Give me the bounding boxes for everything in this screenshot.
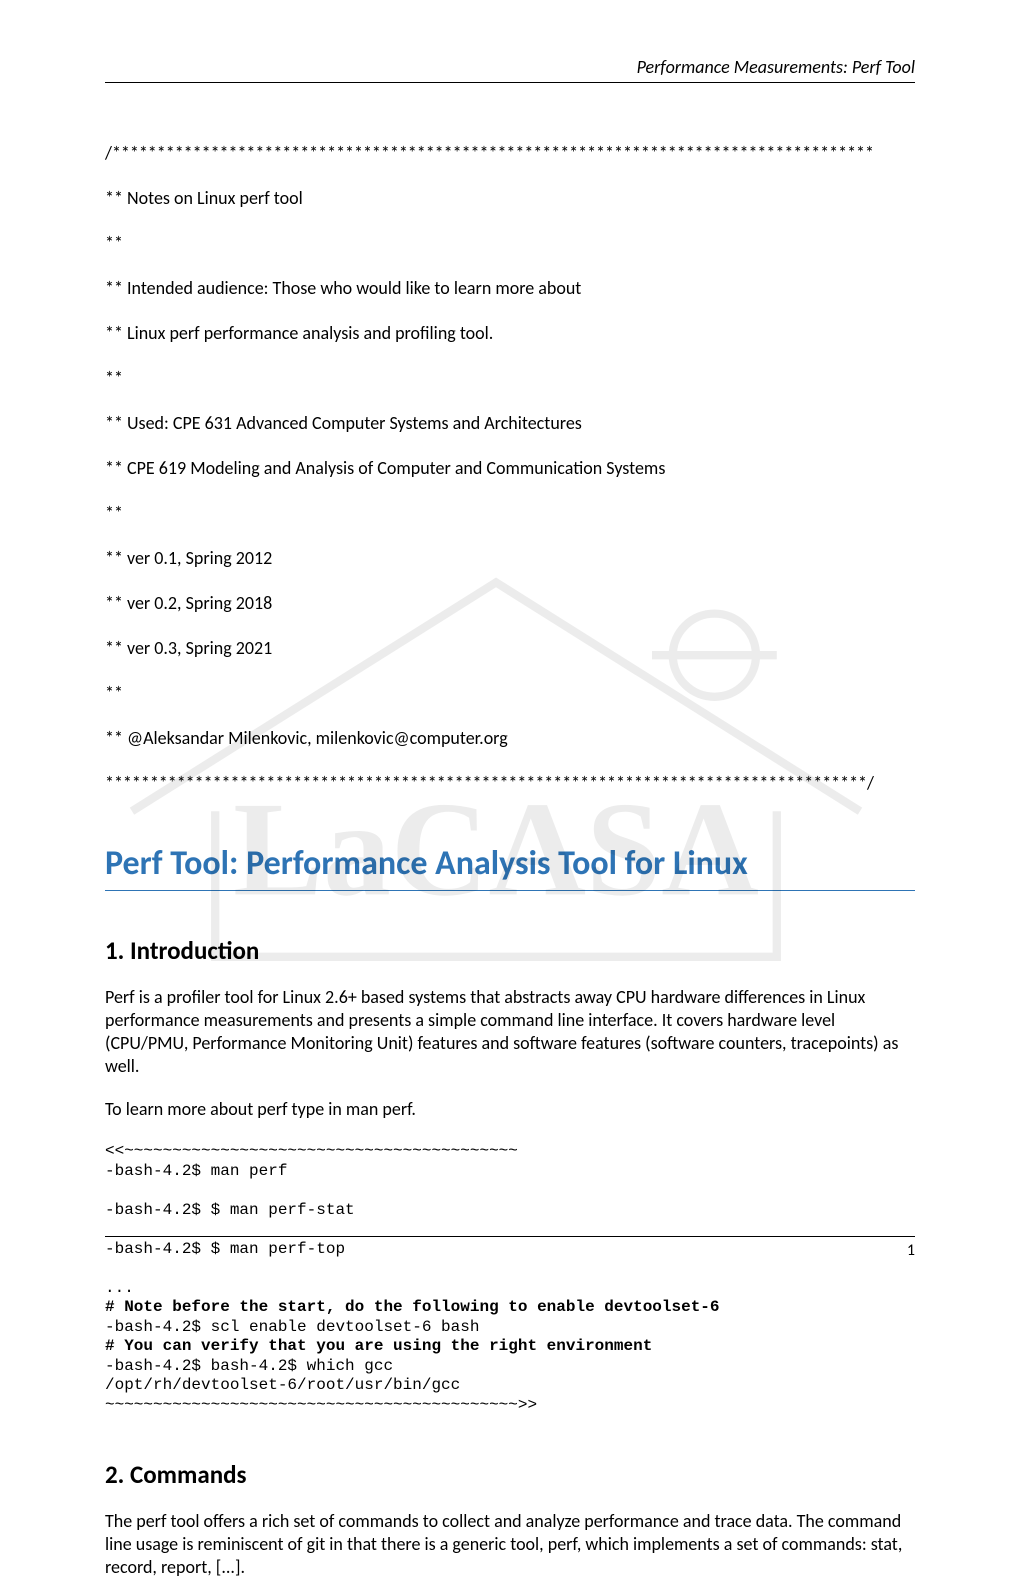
notes-line: ** CPE 619 Modeling and Analysis of Comp… bbox=[105, 457, 915, 480]
running-head: Performance Measurements: Perf Tool bbox=[105, 56, 915, 83]
intro-paragraph-2: To learn more about perf type in man per… bbox=[105, 1098, 915, 1121]
code-line: ... bbox=[105, 1279, 134, 1297]
notes-line: ** Intended audience: Those who would li… bbox=[105, 277, 915, 300]
notes-line: ****************************************… bbox=[105, 772, 915, 795]
code-line: -bash-4.2$ scl enable devtoolset-6 bash bbox=[105, 1318, 479, 1336]
page-number: 1 bbox=[907, 1241, 915, 1260]
section-heading-introduction: 1. Introduction bbox=[105, 935, 915, 966]
code-line: -bash-4.2$ man perf bbox=[105, 1162, 287, 1180]
notes-line: ** ver 0.1, Spring 2012 bbox=[105, 547, 915, 570]
notes-block: /***************************************… bbox=[105, 119, 915, 817]
code-line: /opt/rh/devtoolset-6/root/usr/bin/gcc bbox=[105, 1376, 460, 1394]
code-line-bold: # You can verify that you are using the … bbox=[105, 1337, 652, 1355]
footer: 1 bbox=[105, 1236, 915, 1260]
notes-line: ** @Aleksandar Milenkovic, milenkovic@co… bbox=[105, 727, 915, 750]
code-line: <<~~~~~~~~~~~~~~~~~~~~~~~~~~~~~~~~~~~~~~… bbox=[105, 1142, 518, 1160]
notes-line: ** ver 0.2, Spring 2018 bbox=[105, 592, 915, 615]
notes-line: ** Used: CPE 631 Advanced Computer Syste… bbox=[105, 412, 915, 435]
notes-line: /***************************************… bbox=[105, 142, 915, 165]
commands-paragraph-1: The perf tool offers a rich set of comma… bbox=[105, 1510, 915, 1579]
notes-line: ** bbox=[105, 367, 915, 390]
intro-paragraph-1: Perf is a profiler tool for Linux 2.6+ b… bbox=[105, 986, 915, 1078]
notes-line: ** bbox=[105, 502, 915, 525]
notes-line: ** bbox=[105, 232, 915, 255]
page-title: Perf Tool: Performance Analysis Tool for… bbox=[105, 843, 915, 891]
notes-line: ** Linux perf performance analysis and p… bbox=[105, 322, 915, 345]
code-block: <<~~~~~~~~~~~~~~~~~~~~~~~~~~~~~~~~~~~~~~… bbox=[105, 1123, 915, 1416]
code-line: ~~~~~~~~~~~~~~~~~~~~~~~~~~~~~~~~~~~~~~~~… bbox=[105, 1396, 537, 1414]
code-line: -bash-4.2$ bash-4.2$ which gcc bbox=[105, 1357, 393, 1375]
notes-line: ** bbox=[105, 682, 915, 705]
code-line-bold: # Note before the start, do the followin… bbox=[105, 1298, 720, 1316]
notes-line: ** Notes on Linux perf tool bbox=[105, 187, 915, 210]
code-line: -bash-4.2$ $ man perf-stat bbox=[105, 1201, 355, 1219]
section-heading-commands: 2. Commands bbox=[105, 1459, 915, 1490]
notes-line: ** ver 0.3, Spring 2021 bbox=[105, 637, 915, 660]
